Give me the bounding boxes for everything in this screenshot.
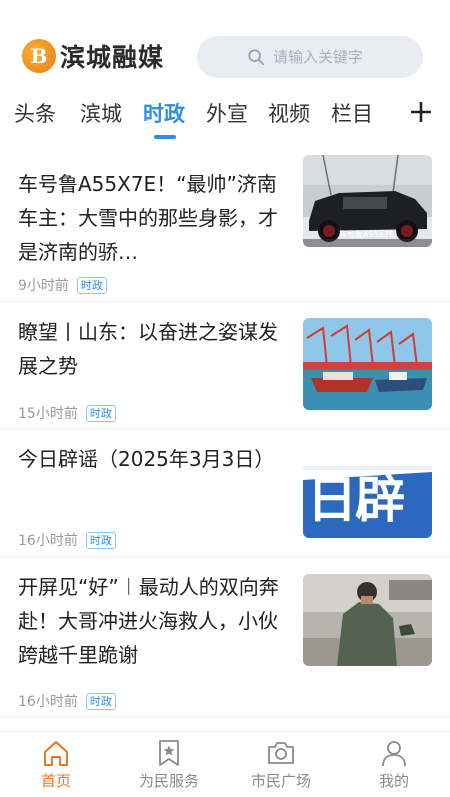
news-meta: 16小时前 时政 — [18, 530, 116, 550]
news-time: 16小时前 — [18, 694, 78, 710]
news-item[interactable]: 今日辟谣（2025年3月3日） 16小时前 时政 日辟 — [0, 429, 450, 557]
thumb-caption: 车号鲁A55X7E! — [339, 230, 398, 239]
nav-mine[interactable]: 我的 — [349, 738, 439, 791]
news-thumbnail: 车号鲁A55X7E! — [303, 155, 432, 247]
news-time: 16小时前 — [18, 533, 78, 549]
news-tag-badge: 时政 — [85, 692, 116, 710]
nav-service[interactable]: 为民服务 — [124, 738, 214, 791]
news-time: 9小时前 — [18, 278, 69, 294]
news-time: 15小时前 — [18, 406, 78, 422]
camera-icon — [268, 742, 294, 764]
nav-plaza[interactable]: 市民广场 — [236, 738, 326, 791]
tab-lanmu[interactable]: 栏目 — [331, 98, 373, 128]
news-tag-badge: 时政 — [85, 531, 116, 549]
search-input[interactable] — [273, 48, 423, 66]
bottom-nav: 首页 为民服务 市民广场 我的 — [0, 731, 450, 797]
news-title: 瞭望丨山东：以奋进之姿谋发展之势 — [18, 320, 278, 378]
nav-plaza-label: 市民广场 — [250, 772, 311, 790]
search-bar[interactable] — [197, 36, 423, 78]
user-icon — [382, 741, 406, 767]
nav-mine-label: 我的 — [378, 772, 409, 790]
channel-tabs: 头条 滨城 时政 外宣 视频 栏目 — [0, 90, 450, 144]
tab-waixuan[interactable]: 外宣 — [206, 98, 248, 128]
tab-toutiao[interactable]: 头条 — [14, 98, 56, 128]
logo-text: 滨城融媒 — [60, 43, 165, 72]
bookmark-star-icon — [159, 740, 179, 766]
search-icon — [248, 49, 265, 66]
news-tag-badge: 时政 — [76, 276, 107, 294]
news-title: 今日辟谣（2025年3月3日） — [18, 447, 275, 471]
app-logo: B 滨城融媒 — [22, 36, 164, 76]
news-thumbnail — [303, 318, 432, 410]
logo-mark: B — [22, 39, 56, 73]
news-meta: 16小时前 时政 — [18, 691, 116, 711]
news-title: 开屏见“好”︱最动人的双向奔赴！大哥冲进火海救人，小伙跨越千里跪谢 — [18, 575, 279, 667]
news-title: 车号鲁A55X7E！“最帅”济南车主：大雪中的那些身影，才是济南的骄… — [18, 172, 278, 264]
nav-service-label: 为民服务 — [138, 772, 199, 790]
tab-shipin[interactable]: 视频 — [268, 98, 310, 128]
nav-home[interactable]: 首页 — [11, 738, 101, 791]
news-tag-badge: 时政 — [85, 404, 116, 422]
news-thumbnail: 日辟 — [303, 446, 432, 538]
active-tab-indicator — [154, 135, 176, 139]
thumb-text: 日辟 — [307, 470, 405, 529]
app-header: B 滨城融媒 — [0, 0, 450, 90]
news-item[interactable]: 开屏见“好”︱最动人的双向奔赴！大哥冲进火海救人，小伙跨越千里跪谢 16小时前 … — [0, 557, 450, 717]
news-meta: 15小时前 时政 — [18, 403, 116, 423]
news-item[interactable]: 车号鲁A55X7E！“最帅”济南车主：大雪中的那些身影，才是济南的骄… 9小时前… — [0, 144, 450, 302]
tab-shizheng[interactable]: 时政 — [143, 98, 185, 128]
tab-bincheng[interactable]: 滨城 — [80, 98, 122, 128]
news-thumbnail — [303, 574, 432, 666]
nav-home-label: 首页 — [40, 772, 71, 790]
add-channel-icon[interactable] — [409, 100, 433, 124]
home-icon — [44, 741, 68, 766]
news-meta: 9小时前 时政 — [18, 275, 107, 295]
news-item[interactable]: 瞭望丨山东：以奋进之姿谋发展之势 15小时前 时政 — [0, 302, 450, 429]
